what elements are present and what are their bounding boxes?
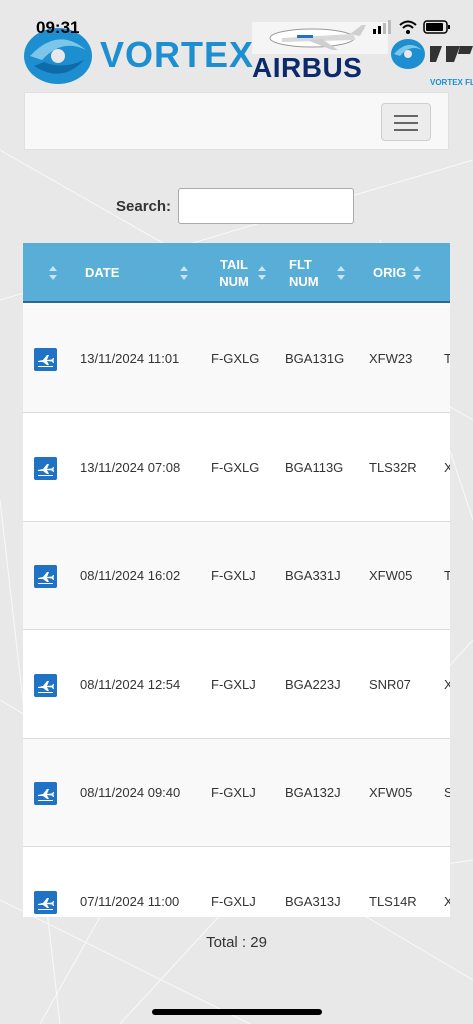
- table-row[interactable]: 08/11/2024 12:54 F-GXLJ BGA223J SNR07 X: [23, 630, 450, 739]
- vortex-logo-text: VORTEX: [100, 34, 255, 75]
- table-row[interactable]: 13/11/2024 07:08 F-GXLG BGA113G TLS32R X: [23, 413, 450, 522]
- sort-icon: [337, 266, 345, 280]
- plane-icon[interactable]: [34, 456, 57, 480]
- status-bar: 09:31: [0, 0, 473, 40]
- cell-next-column: S: [444, 785, 450, 800]
- cell-orig: SNR07: [369, 676, 411, 692]
- cell-tail-num: F-GXLG: [211, 351, 260, 366]
- cell-flt-num: BGA132J: [285, 785, 341, 800]
- plane-icon[interactable]: [34, 673, 57, 697]
- column-header-date[interactable]: DATE: [79, 243, 199, 303]
- search-row: Search:: [0, 188, 473, 224]
- cell-flt-num: BGA131G: [285, 351, 345, 366]
- total-count: Total : 29: [206, 934, 267, 951]
- cell-next-column: T: [444, 351, 450, 366]
- plane-icon[interactable]: [34, 348, 57, 371]
- cell-next-column: X: [444, 893, 450, 909]
- column-header-label: FLT NUM: [289, 257, 319, 289]
- cell-date: 07/11/2024 11:00: [80, 893, 180, 909]
- column-header-icon[interactable]: [23, 243, 79, 303]
- cell-orig: TLS32R: [369, 459, 417, 475]
- cell-flt-num: BGA113G: [285, 459, 344, 475]
- sort-icon: [258, 266, 266, 280]
- navbar: [24, 92, 449, 150]
- plane-icon[interactable]: [34, 890, 57, 914]
- cell-next-column: X: [444, 676, 450, 692]
- column-header-orig[interactable]: ORIG: [354, 243, 444, 303]
- cell-next-column: X: [444, 459, 450, 475]
- sort-icon: [49, 266, 57, 280]
- menu-toggle-button[interactable]: [381, 103, 431, 141]
- column-header-label: TAIL NUM: [219, 257, 249, 289]
- search-label: Search:: [116, 198, 172, 215]
- vortex-flight-label: VORTEX FLI: [430, 78, 473, 87]
- cell-orig: XFW05: [369, 568, 413, 583]
- cell-date: 13/11/2024 07:08: [80, 459, 181, 475]
- cell-tail-num: F-GXLJ: [211, 676, 256, 692]
- column-header-label: DATE: [85, 265, 120, 280]
- sort-icon: [413, 266, 421, 280]
- cell-date: 08/11/2024 09:40: [80, 785, 181, 800]
- cell-next-column: T: [444, 568, 450, 583]
- cell-orig: XFW23: [369, 351, 413, 366]
- table-row[interactable]: 13/11/2024 11:01 F-GXLG BGA131G XFW23 T: [23, 305, 450, 413]
- cell-tail-num: F-GXLJ: [211, 893, 256, 909]
- cell-date: 08/11/2024 16:02: [80, 568, 181, 583]
- cell-tail-num: F-GXLJ: [211, 785, 256, 800]
- cell-tail-num: F-GXLJ: [211, 568, 256, 583]
- cell-flt-num: BGA313J: [285, 893, 341, 909]
- cell-tail-num: F-GXLG: [211, 459, 260, 475]
- cell-date: 13/11/2024 11:01: [80, 351, 180, 366]
- search-input[interactable]: [178, 188, 354, 224]
- home-indicator[interactable]: [152, 1009, 322, 1015]
- cell-flt-num: BGA223J: [285, 676, 341, 692]
- table-row[interactable]: 08/11/2024 09:40 F-GXLJ BGA132J XFW05 S: [23, 739, 450, 847]
- signal-icon: [373, 20, 391, 34]
- flights-table: DATE TAIL NUM FLT NUM ORIG 13/11/2024 11…: [23, 243, 450, 917]
- plane-icon[interactable]: [34, 782, 57, 805]
- column-header-tail-num[interactable]: TAIL NUM: [199, 243, 274, 303]
- cell-date: 08/11/2024 12:54: [80, 676, 181, 692]
- airbus-logo-text: AIRBUS: [252, 52, 363, 83]
- sort-icon: [180, 266, 188, 280]
- menu-icon-bar: [394, 129, 418, 131]
- menu-icon-bar: [394, 115, 418, 117]
- menu-icon-bar: [394, 122, 418, 124]
- column-header-flt-num[interactable]: FLT NUM: [274, 243, 354, 303]
- plane-icon[interactable]: [34, 565, 57, 588]
- battery-icon: [423, 20, 450, 34]
- column-header-label: ORIG: [373, 265, 407, 280]
- cell-flt-num: BGA331J: [285, 568, 341, 583]
- status-time: 09:31: [36, 18, 80, 37]
- status-icons: [373, 20, 451, 34]
- wifi-icon: [399, 20, 417, 34]
- table-row[interactable]: 08/11/2024 16:02 F-GXLJ BGA331J XFW05 T: [23, 522, 450, 630]
- table-row[interactable]: 07/11/2024 11:00 F-GXLJ BGA313J TLS14R X: [23, 847, 450, 917]
- cell-orig: TLS14R: [369, 893, 417, 909]
- cell-orig: XFW05: [369, 785, 413, 800]
- table-header: DATE TAIL NUM FLT NUM ORIG: [23, 243, 450, 303]
